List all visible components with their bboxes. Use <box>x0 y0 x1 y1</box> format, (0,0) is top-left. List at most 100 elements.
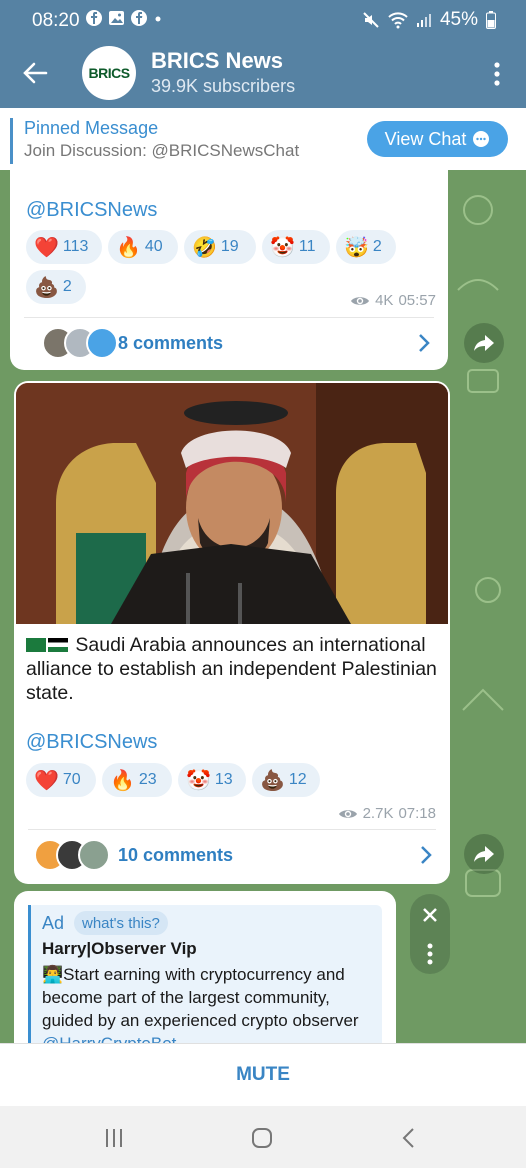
reaction-chip[interactable]: 🔥 40 <box>108 230 178 264</box>
reaction-chip[interactable]: 🤯 2 <box>336 230 396 264</box>
reaction-emoji-icon: 💩 <box>34 276 59 299</box>
photo-illustration <box>16 383 448 624</box>
comments-link[interactable]: 8 comments <box>118 333 223 354</box>
post-time: 05:57 <box>398 292 436 309</box>
ad-content[interactable]: Ad what's this? Harry|Observer Vip 👨‍💻St… <box>28 905 382 1061</box>
close-icon[interactable] <box>422 907 438 923</box>
view-count: 2.7K <box>362 805 394 822</box>
reaction-count: 12 <box>288 771 307 788</box>
notification-icons <box>86 10 163 26</box>
reaction-emoji-icon: 🤡 <box>270 236 295 259</box>
more-vertical-icon[interactable] <box>494 62 500 86</box>
reaction-chip[interactable]: 💩 12 <box>252 763 320 797</box>
battery-percent: 45% <box>439 9 478 30</box>
commenter-avatars <box>34 839 110 871</box>
signal-icon <box>416 14 431 27</box>
avatar-logo-text: BRICS <box>88 65 130 81</box>
reaction-chip[interactable]: 🤡 13 <box>178 763 246 797</box>
reaction-chip[interactable]: ❤️ 70 <box>26 763 96 797</box>
reaction-count: 70 <box>62 771 81 788</box>
reaction-emoji-icon: 🤯 <box>344 236 369 259</box>
sponsored-message[interactable]: Ad what's this? Harry|Observer Vip 👨‍💻St… <box>14 891 396 1061</box>
saudi-flag-icon <box>26 638 46 652</box>
reaction-emoji-icon: ❤️ <box>34 236 59 259</box>
chat-bubble-icon <box>473 131 490 147</box>
channel-header: BRICS BRICS News 39.9K subscribers <box>0 42 526 108</box>
recent-apps-icon[interactable] <box>104 1128 124 1148</box>
wifi-icon <box>388 12 408 29</box>
avatar <box>86 327 118 359</box>
channel-title[interactable]: BRICS News <box>151 48 283 74</box>
ad-actions <box>410 894 450 974</box>
more-vertical-icon[interactable] <box>427 943 433 965</box>
reaction-chip[interactable]: 💩 2 <box>26 270 86 304</box>
pinned-accent-bar <box>10 118 13 164</box>
back-arrow-icon[interactable] <box>22 60 48 86</box>
view-chat-button[interactable]: View Chat <box>367 121 508 157</box>
palestine-flag-icon <box>48 638 68 652</box>
post-time: 07:18 <box>398 805 436 822</box>
reaction-emoji-icon: 🔥 <box>116 236 141 259</box>
reaction-count: 40 <box>144 238 163 255</box>
view-count: 4K <box>375 292 394 309</box>
chevron-right-icon[interactable] <box>418 333 430 353</box>
share-arrow-icon <box>474 335 494 351</box>
ad-sender-name: Harry|Observer Vip <box>42 939 197 958</box>
pinned-message-bar[interactable]: Pinned Message Join Discussion: @BRICSNe… <box>0 108 526 170</box>
bottom-action-bar: MUTE <box>0 1043 526 1107</box>
status-time: 08:20 <box>32 10 80 31</box>
reaction-count: 19 <box>220 238 239 255</box>
share-button[interactable] <box>464 834 504 874</box>
post-meta: 2.7K 07:18 <box>338 805 436 822</box>
ad-text: 👨‍💻Start earning with cryptocurrency and… <box>42 963 382 1055</box>
ad-label: Ad <box>42 913 65 933</box>
comments-divider <box>24 317 434 318</box>
whats-this-button[interactable]: what's this? <box>74 911 168 935</box>
subscriber-count: 39.9K subscribers <box>151 76 296 96</box>
reaction-count: 2 <box>372 238 382 255</box>
share-button[interactable] <box>464 323 504 363</box>
view-chat-label: View Chat <box>384 128 467 149</box>
post-text: Saudi Arabia announces an international … <box>26 633 446 705</box>
reaction-count: 113 <box>62 238 89 255</box>
pinned-text: Join Discussion: @BRICSNewsChat <box>24 141 300 160</box>
pinned-title: Pinned Message <box>24 118 159 138</box>
post-handle-link[interactable]: @BRICSNews <box>26 199 157 222</box>
post-meta: 4K 05:57 <box>350 292 436 309</box>
reaction-count: 2 <box>62 278 72 295</box>
reaction-chip[interactable]: 🔥 23 <box>102 763 172 797</box>
channel-post: @BRICSNews ❤️ 113 🔥 40 🤣 19 🤡 11 🤯 2 💩 2 4K 05:57 8… <box>10 170 448 370</box>
reaction-chip[interactable]: 🤡 11 <box>262 230 330 264</box>
dot-icon <box>155 16 161 22</box>
reaction-count: 13 <box>214 771 233 788</box>
system-nav-bar <box>0 1106 526 1168</box>
system-icons: 45% <box>362 9 496 31</box>
chat-wallpaper-pattern <box>457 195 504 897</box>
reaction-chip[interactable]: 🤣 19 <box>184 230 256 264</box>
reaction-count: 11 <box>298 238 316 255</box>
reaction-emoji-icon: ❤️ <box>34 769 59 792</box>
facebook-icon <box>131 10 147 26</box>
battery-icon <box>486 11 496 29</box>
reaction-emoji-icon: 🤣 <box>192 236 217 259</box>
reaction-emoji-icon: 🤡 <box>186 769 211 792</box>
mute-icon <box>363 12 379 28</box>
ad-body: Start earning with cryptocurrency and be… <box>42 965 359 1030</box>
mute-button[interactable]: MUTE <box>0 1064 526 1086</box>
post-photo[interactable] <box>16 383 448 624</box>
channel-post: Saudi Arabia announces an international … <box>14 381 450 884</box>
comments-link[interactable]: 10 comments <box>118 845 233 866</box>
facebook-icon <box>86 10 102 26</box>
reaction-chip[interactable]: ❤️ 113 <box>26 230 102 264</box>
ad-accent-bar <box>28 905 31 1061</box>
post-handle-link[interactable]: @BRICSNews <box>26 731 157 754</box>
home-icon[interactable] <box>251 1127 273 1149</box>
channel-avatar[interactable]: BRICS <box>82 46 136 100</box>
reaction-emoji-icon: 💩 <box>260 769 285 792</box>
back-nav-icon[interactable] <box>401 1127 415 1149</box>
status-bar: 08:20 45% <box>0 0 526 42</box>
chevron-right-icon[interactable] <box>420 845 432 865</box>
commenter-avatars <box>42 327 118 359</box>
views-eye-icon <box>338 809 357 818</box>
comments-divider <box>28 829 436 830</box>
